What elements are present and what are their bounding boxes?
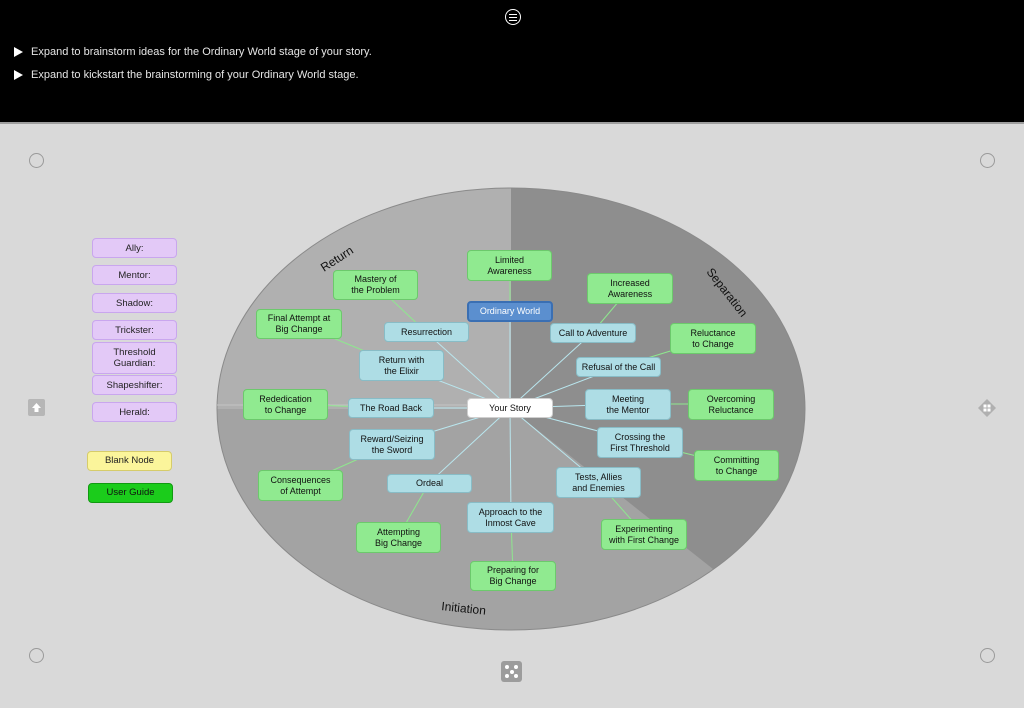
node-mastery-of-the-problem[interactable]: Mastery of the Problem xyxy=(333,270,418,300)
node-increased-awareness[interactable]: Increased Awareness xyxy=(587,273,673,304)
node-experimenting-with-first-change[interactable]: Experimenting with First Change xyxy=(601,519,687,550)
node-overcoming-reluctance[interactable]: Overcoming Reluctance xyxy=(688,389,774,420)
node-final-attempt-at-big-change[interactable]: Final Attempt at Big Change xyxy=(256,309,342,339)
node-tests-allies-and-enemies[interactable]: Tests, Allies and Enemies xyxy=(556,467,641,498)
node-reward-seizing-the-sword[interactable]: Reward/Seizing the Sword xyxy=(349,429,435,460)
node-ordinary-world[interactable]: Ordinary World xyxy=(467,301,553,322)
node-consequences-of-attempt[interactable]: Consequences of Attempt xyxy=(258,470,343,501)
node-approach-to-the-inmost-cave[interactable]: Approach to the Inmost Cave xyxy=(467,502,554,533)
randomize-dice-button[interactable] xyxy=(501,661,522,682)
story-wheel-diagram: Return Separation Initiation xyxy=(216,187,806,631)
node-ordeal[interactable]: Ordeal xyxy=(387,474,472,493)
node-your-story[interactable]: Your Story xyxy=(467,398,553,418)
node-meeting-the-mentor[interactable]: Meeting the Mentor xyxy=(585,389,671,420)
node-reluctance-to-change[interactable]: Reluctance to Change xyxy=(670,323,756,354)
node-refusal-of-the-call[interactable]: Refusal of the Call xyxy=(576,357,661,377)
node-committing-to-change[interactable]: Committing to Change xyxy=(694,450,779,481)
node-crossing-the-first-threshold[interactable]: Crossing the First Threshold xyxy=(597,427,683,458)
node-the-road-back[interactable]: The Road Back xyxy=(348,398,434,418)
node-preparing-for-big-change[interactable]: Preparing for Big Change xyxy=(470,561,556,591)
node-attempting-big-change[interactable]: Attempting Big Change xyxy=(356,522,441,553)
node-call-to-adventure[interactable]: Call to Adventure xyxy=(550,323,636,343)
node-return-with-the-elixir[interactable]: Return with the Elixir xyxy=(359,350,444,381)
node-rededication-to-change[interactable]: Rededication to Change xyxy=(243,389,328,420)
node-resurrection[interactable]: Resurrection xyxy=(384,322,469,342)
node-limited-awareness[interactable]: Limited Awareness xyxy=(467,250,552,281)
